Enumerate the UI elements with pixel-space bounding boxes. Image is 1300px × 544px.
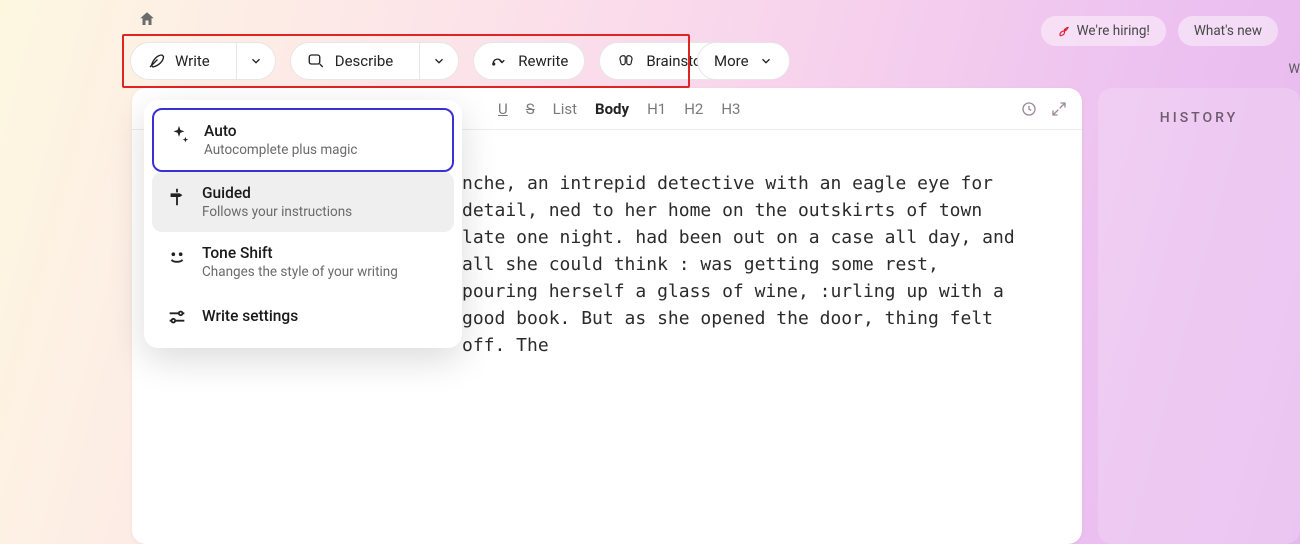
- history-label: HISTORY: [1098, 110, 1300, 126]
- dropdown-item-auto[interactable]: Auto Autocomplete plus magic: [152, 108, 454, 172]
- auto-sub: Autocomplete plus magic: [204, 142, 357, 158]
- hiring-label: We're hiring!: [1077, 23, 1150, 39]
- format-h2[interactable]: H2: [684, 100, 703, 118]
- feather-icon: [147, 52, 165, 70]
- dropdown-item-tone[interactable]: Tone Shift Changes the style of your wri…: [152, 232, 454, 292]
- format-list[interactable]: List: [553, 100, 577, 118]
- describe-button[interactable]: Describe: [290, 42, 460, 80]
- describe-icon: [307, 52, 325, 70]
- describe-dropdown-toggle[interactable]: [419, 43, 458, 79]
- format-strike[interactable]: S: [526, 100, 535, 118]
- format-h1[interactable]: H1: [647, 100, 666, 118]
- signpost-icon: [166, 186, 188, 208]
- top-pills: We're hiring! What's new: [1041, 16, 1278, 46]
- dropdown-item-guided[interactable]: Guided Follows your instructions: [152, 172, 454, 232]
- brainstorm-icon: [616, 52, 636, 70]
- guided-title: Guided: [202, 184, 352, 202]
- auto-title: Auto: [204, 122, 357, 140]
- expand-icon[interactable]: [1050, 100, 1068, 118]
- whatsnew-label: What's new: [1194, 23, 1262, 39]
- settings-title: Write settings: [202, 307, 298, 325]
- rocket-icon: [1057, 24, 1071, 38]
- cropped-text: W: [1288, 62, 1300, 77]
- guided-sub: Follows your instructions: [202, 204, 352, 220]
- format-h3[interactable]: H3: [721, 100, 740, 118]
- format-body[interactable]: Body: [595, 100, 629, 118]
- tone-icon: [166, 246, 188, 268]
- rewrite-button[interactable]: Rewrite: [473, 42, 585, 80]
- write-label: Write: [175, 52, 210, 70]
- more-label: More: [714, 52, 749, 70]
- chevron-down-icon: [249, 54, 263, 68]
- sparkle-icon: [168, 124, 190, 146]
- dropdown-item-settings[interactable]: Write settings: [152, 292, 454, 340]
- write-button[interactable]: Write: [130, 42, 276, 80]
- rewrite-label: Rewrite: [518, 52, 568, 70]
- tone-title: Tone Shift: [202, 244, 398, 262]
- chevron-down-icon: [432, 54, 446, 68]
- write-dropdown-toggle[interactable]: [236, 43, 275, 79]
- sliders-icon: [166, 306, 188, 328]
- home-icon[interactable]: [138, 10, 156, 28]
- rewrite-icon: [490, 52, 508, 70]
- describe-label: Describe: [335, 52, 394, 70]
- tone-sub: Changes the style of your writing: [202, 264, 398, 280]
- more-button[interactable]: More: [697, 42, 790, 80]
- whatsnew-pill[interactable]: What's new: [1178, 16, 1278, 46]
- write-mode-dropdown: Auto Autocomplete plus magic Guided Foll…: [144, 100, 462, 348]
- history-panel: HISTORY: [1098, 88, 1300, 544]
- history-icon[interactable]: [1020, 100, 1038, 118]
- format-underline[interactable]: U: [498, 100, 508, 118]
- chevron-down-icon: [759, 54, 773, 68]
- action-toolbar: Write Describe Rewrite Brai: [130, 42, 737, 80]
- hiring-pill[interactable]: We're hiring!: [1041, 16, 1166, 46]
